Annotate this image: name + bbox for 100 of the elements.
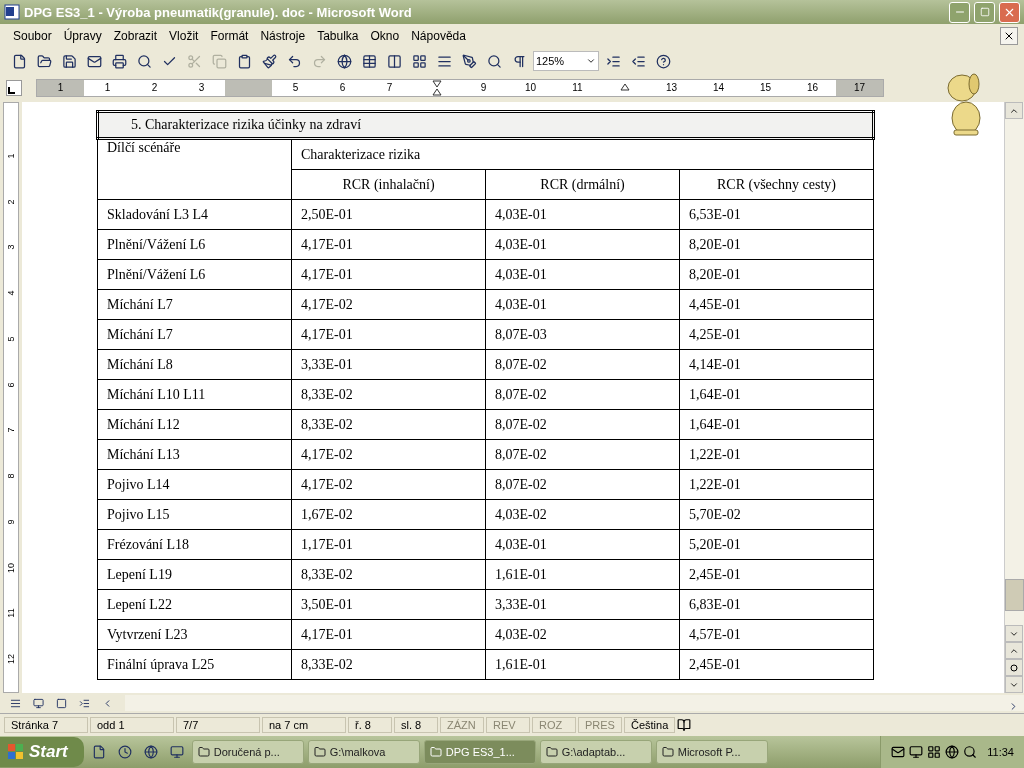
globe-icon [945, 745, 960, 759]
table-cell: 2,45E-01 [679, 559, 874, 590]
table-cell: 4,17E-02 [291, 469, 486, 500]
table-cell: 8,33E-02 [291, 649, 486, 680]
taskbar-button[interactable]: G:\malkova [307, 740, 420, 764]
indent-marker-icon[interactable] [619, 83, 630, 91]
table-cell: 8,33E-02 [291, 379, 486, 410]
table-cell: Míchání L10 L11 [97, 379, 292, 410]
document-icon [91, 745, 106, 759]
table-cell: 1,17E-01 [291, 529, 486, 560]
indent-icon [605, 53, 621, 69]
menu-item[interactable]: Vložit [164, 27, 204, 45]
network-icon [909, 745, 924, 759]
redo-icon [311, 53, 327, 69]
taskbar-button[interactable]: Doručená p... [191, 740, 304, 764]
page-icon [55, 697, 67, 709]
table-cell: Frézování L18 [97, 529, 292, 560]
table-cell: 8,07E-02 [485, 439, 680, 470]
table-cell: 2,50E-01 [291, 199, 486, 230]
zoom-field[interactable]: 125% [533, 51, 599, 71]
table-cell: Míchání L8 [97, 349, 292, 380]
table-cell: 4,03E-01 [485, 259, 680, 290]
pilcrow-icon [511, 53, 527, 69]
taskbar-button[interactable]: DPG ES3_1... [423, 740, 536, 764]
menu-item[interactable]: Tabulka [312, 27, 364, 45]
table-cell: 5,20E-01 [679, 529, 874, 560]
open-folder-icon [36, 53, 52, 69]
lines-icon [9, 697, 21, 709]
column-header: RCR (inhalační) [291, 169, 486, 200]
table-cell: Finální úprava L25 [97, 649, 292, 680]
minimize-button[interactable] [949, 1, 970, 23]
table-cell: 2,45E-01 [679, 649, 874, 680]
table-cell: 1,22E-01 [679, 439, 874, 470]
table-cell: 1,61E-01 [485, 559, 680, 590]
spelling-status-icon [677, 718, 692, 732]
ruler-number: 4 [6, 290, 16, 296]
table-cell: 1,64E-01 [679, 409, 874, 440]
scroll-thumb[interactable] [1005, 579, 1024, 611]
email-icon [86, 53, 102, 69]
menu-item[interactable]: Formát [205, 27, 254, 45]
indent-marker-icon[interactable] [431, 80, 442, 96]
menu-item[interactable]: Nápověda [406, 27, 471, 45]
zoom-icon [486, 53, 502, 69]
table-cell: Míchání L7 [97, 319, 292, 350]
mail-icon [891, 745, 906, 759]
table-cell: 8,07E-03 [485, 319, 680, 350]
outdent-icon [630, 53, 646, 69]
columns-icon [436, 53, 452, 69]
search-icon [963, 745, 978, 759]
table-cell: Lepení L22 [97, 589, 292, 620]
table-cell: 8,07E-02 [485, 469, 680, 500]
table-cell: 4,03E-01 [485, 289, 680, 320]
ruler-number: 7 [6, 427, 16, 433]
menu-item[interactable]: Okno [365, 27, 405, 45]
menu-item[interactable]: Nástroje [255, 27, 311, 45]
print-icon [111, 53, 127, 69]
browse-object-icon[interactable] [1010, 663, 1018, 672]
print-preview-icon [136, 53, 152, 69]
table-cell: 4,03E-02 [485, 619, 680, 650]
table-cell: 3,50E-01 [291, 589, 486, 620]
restore-icon [979, 7, 990, 17]
table-cell: Plnění/Vážení L6 [97, 259, 292, 290]
table-cell: 1,22E-01 [679, 469, 874, 500]
status-item: PRES [578, 717, 622, 733]
taskbar-button[interactable]: G:\adaptab... [539, 740, 652, 764]
status-item: na 7 cm [262, 717, 346, 733]
table-cell: 8,07E-02 [485, 349, 680, 380]
caret-icon [586, 56, 596, 66]
menu-item[interactable]: Zobrazit [108, 27, 163, 45]
status-item: 7/7 [176, 717, 260, 733]
table-cell: 1,61E-01 [485, 649, 680, 680]
taskbar-button[interactable]: Microsoft P... [655, 740, 768, 764]
folder-icon [661, 746, 674, 758]
status-item: Stránka 7 [4, 717, 88, 733]
table-cell: 4,17E-01 [291, 259, 486, 290]
status-item: REV [486, 717, 530, 733]
paste-icon [236, 53, 252, 69]
horizontal-scrollbar[interactable] [125, 695, 1024, 711]
table-cell: 8,33E-02 [291, 559, 486, 590]
menu-item[interactable]: Úpravy [58, 27, 107, 45]
monitor-icon [169, 745, 184, 759]
table-cell: 4,03E-01 [485, 229, 680, 260]
restore-button[interactable] [974, 1, 995, 23]
outline-icon [78, 697, 90, 709]
copy-icon [211, 53, 227, 69]
table-cell: 4,17E-01 [291, 619, 486, 650]
table-cell: 6,53E-01 [679, 199, 874, 230]
ruler-number: 3 [6, 244, 16, 250]
table-header: Charakterizace rizika [291, 138, 874, 170]
vertical-scrollbar[interactable] [1004, 102, 1024, 693]
table-cell: Míchání L12 [97, 409, 292, 440]
menu-item[interactable]: Soubor [8, 27, 57, 45]
spreadsheet-icon [411, 53, 427, 69]
window-title: DPG ES3_1 - Výroba pneumatik(granule). doc - Microsoft Word [24, 4, 413, 20]
table-cell: Pojivo L14 [97, 469, 292, 500]
start-button[interactable]: Start [0, 737, 84, 767]
table-cell: 4,17E-01 [291, 319, 486, 350]
close-document-button[interactable] [1000, 27, 1018, 45]
tab-selector[interactable] [6, 80, 22, 96]
table-cell: Lepení L19 [97, 559, 292, 590]
